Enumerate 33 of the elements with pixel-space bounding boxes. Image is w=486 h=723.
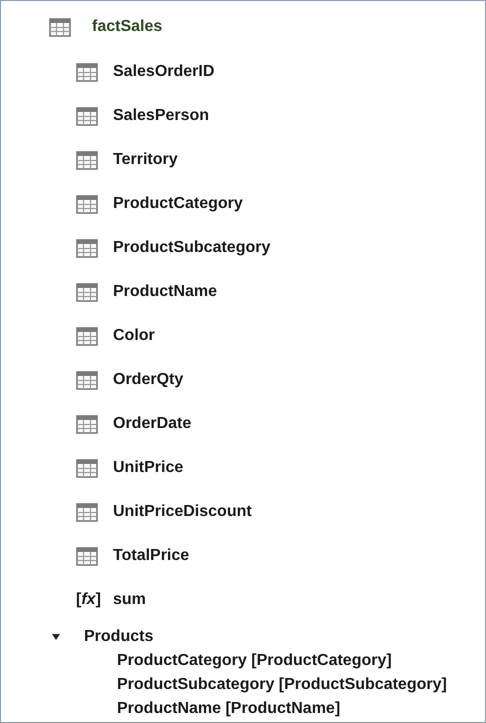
field-name[interactable]: OrderDate (113, 415, 192, 433)
field-name[interactable]: UnitPriceDiscount (113, 503, 252, 521)
table-icon (49, 18, 71, 36)
column-icon (76, 546, 98, 566)
column-icon (76, 106, 98, 126)
field-name[interactable]: ProductCategory (113, 195, 243, 213)
field-name[interactable]: ProductName (113, 283, 218, 301)
field-name[interactable]: UnitPrice (113, 459, 184, 477)
function-icon: [fx] (76, 591, 98, 609)
field-name[interactable]: SalesPerson (113, 107, 210, 125)
hierarchy-level[interactable]: ProductName [ProductName] (117, 697, 340, 721)
column-icon (76, 238, 98, 258)
column-icon (76, 194, 98, 214)
column-icon (76, 458, 98, 478)
caret-icon[interactable] (51, 633, 61, 641)
column-icon (76, 62, 98, 82)
column-icon (76, 414, 98, 434)
column-icon (76, 502, 98, 522)
column-icon (76, 282, 98, 302)
field-name[interactable]: Color (113, 327, 155, 345)
field-name[interactable]: TotalPrice (113, 547, 190, 565)
field-name[interactable]: ProductSubcategory (113, 239, 270, 257)
column-icon (76, 150, 98, 170)
field-name[interactable]: SalesOrderID (113, 63, 214, 81)
field-name[interactable]: sum (113, 591, 146, 609)
hierarchy-level[interactable]: ProductCategory [ProductCategory] (117, 649, 392, 673)
field-name[interactable]: OrderQty (113, 371, 184, 389)
column-icon (76, 326, 98, 346)
column-icon (76, 370, 98, 390)
field-name[interactable]: Territory (113, 151, 178, 169)
hierarchy-level[interactable]: ProductSubcategory [ProductSubcategory] (117, 673, 447, 697)
hierarchy-name[interactable]: Products (84, 628, 154, 646)
table-name[interactable]: factSales (92, 18, 162, 36)
